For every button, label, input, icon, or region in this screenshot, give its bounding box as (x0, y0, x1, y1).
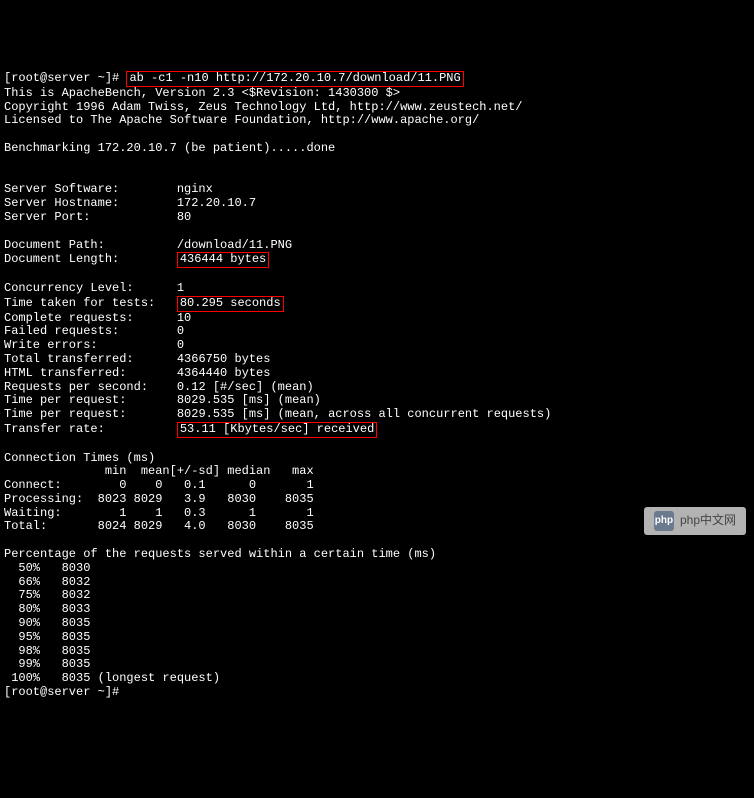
ab-license-line: Licensed to The Apache Software Foundati… (4, 113, 479, 127)
transfer-highlight: 53.11 [Kbytes/sec] received (177, 422, 377, 438)
doc-path-label: Document Path: (4, 238, 105, 252)
conn-connect-row: Connect: 0 0 0.1 0 1 (4, 478, 314, 492)
pct-75-row: 75% 8032 (4, 588, 90, 602)
ab-version-line: This is ApacheBench, Version 2.3 <$Revis… (4, 86, 400, 100)
rps-row: Requests per second: 0.12 [#/sec] (mean) (4, 380, 314, 394)
server-software-label: Server Software: (4, 182, 119, 196)
doc-length-highlight: 436444 bytes (177, 252, 269, 268)
server-port-row: Server Port: 80 (4, 210, 191, 224)
watermark-text: php中文网 (680, 514, 736, 528)
server-software-row: Server Software: nginx (4, 182, 213, 196)
write-errors-label: Write errors: (4, 338, 98, 352)
doc-length-label: Document Length: (4, 252, 119, 266)
complete-value: 10 (177, 311, 191, 325)
doc-path-row: Document Path: /download/11.PNG (4, 238, 292, 252)
html-transferred-row: HTML transferred: 4364440 bytes (4, 366, 270, 380)
concurrency-value: 1 (177, 281, 184, 295)
transfer-rate-row: Transfer rate: 53.11 [Kbytes/sec] receiv… (4, 422, 377, 436)
write-errors-value: 0 (177, 338, 184, 352)
conn-total-row: Total: 8024 8029 4.0 8030 8035 (4, 519, 314, 533)
prompt-path: ~ (98, 71, 105, 85)
time-taken-row: Time taken for tests: 80.295 seconds (4, 296, 284, 310)
server-hostname-value: 172.20.10.7 (177, 196, 256, 210)
prompt-user: root@server (11, 71, 90, 85)
prompt-line[interactable]: [root@server ~]# ab -c1 -n10 http://172.… (4, 71, 464, 85)
server-port-label: Server Port: (4, 210, 90, 224)
pct-80-row: 80% 8033 (4, 602, 90, 616)
pct-95-row: 95% 8035 (4, 630, 90, 644)
complete-row: Complete requests: 10 (4, 311, 191, 325)
command-highlight: ab -c1 -n10 http://172.20.10.7/download/… (126, 71, 463, 87)
conn-waiting-row: Waiting: 1 1 0.3 1 1 (4, 506, 314, 520)
failed-label: Failed requests: (4, 324, 119, 338)
tpr1-value: 8029.535 [ms] (mean) (177, 393, 321, 407)
benchmarking-line: Benchmarking 172.20.10.7 (be patient)...… (4, 141, 335, 155)
doc-path-value: /download/11.PNG (177, 238, 292, 252)
write-errors-row: Write errors: 0 (4, 338, 184, 352)
complete-label: Complete requests: (4, 311, 134, 325)
server-hostname-row: Server Hostname: 172.20.10.7 (4, 196, 256, 210)
time-taken-label: Time taken for tests: (4, 296, 155, 310)
tpr2-row: Time per request: 8029.535 [ms] (mean, a… (4, 407, 551, 421)
server-software-value: nginx (177, 182, 213, 196)
time-taken-highlight: 80.295 seconds (177, 296, 284, 312)
pct-100-row: 100% 8035 (longest request) (4, 671, 220, 685)
transfer-value: 53.11 [Kbytes/sec] received (180, 422, 374, 436)
final-prompt[interactable]: [root@server ~]# (4, 685, 119, 699)
concurrency-label: Concurrency Level: (4, 281, 134, 295)
total-transferred-row: Total transferred: 4366750 bytes (4, 352, 270, 366)
failed-row: Failed requests: 0 (4, 324, 184, 338)
total-transferred-value: 4366750 bytes (177, 352, 271, 366)
ab-copyright-line: Copyright 1996 Adam Twiss, Zeus Technolo… (4, 100, 522, 114)
percentage-header: Percentage of the requests served within… (4, 547, 436, 561)
conn-times-columns: min mean[+/-sd] median max (4, 464, 314, 478)
doc-length-value: 436444 bytes (180, 252, 266, 266)
concurrency-row: Concurrency Level: 1 (4, 281, 184, 295)
command-text: ab -c1 -n10 http://172.20.10.7/download/… (129, 71, 460, 85)
pct-98-row: 98% 8035 (4, 644, 90, 658)
html-transferred-value: 4364440 bytes (177, 366, 271, 380)
server-hostname-label: Server Hostname: (4, 196, 119, 210)
time-taken-value: 80.295 seconds (180, 296, 281, 310)
pct-99-row: 99% 8035 (4, 657, 90, 671)
server-port-value: 80 (177, 210, 191, 224)
pct-66-row: 66% 8032 (4, 575, 90, 589)
tpr1-row: Time per request: 8029.535 [ms] (mean) (4, 393, 321, 407)
terminal-output: [root@server ~]# ab -c1 -n10 http://172.… (0, 55, 754, 702)
doc-length-row: Document Length: 436444 bytes (4, 252, 269, 266)
tpr2-value: 8029.535 [ms] (mean, across all concurre… (177, 407, 551, 421)
pct-50-row: 50% 8030 (4, 561, 90, 575)
watermark-logo-text: php (655, 515, 673, 527)
rps-label: Requests per second: (4, 380, 148, 394)
pct-90-row: 90% 8035 (4, 616, 90, 630)
conn-times-header: Connection Times (ms) (4, 451, 155, 465)
conn-processing-row: Processing: 8023 8029 3.9 8030 8035 (4, 492, 314, 506)
total-transferred-label: Total transferred: (4, 352, 134, 366)
tpr1-label: Time per request: (4, 393, 126, 407)
watermark-badge: php php中文网 (644, 507, 746, 535)
failed-value: 0 (177, 324, 184, 338)
php-logo-icon: php (654, 511, 674, 531)
prompt-suffix: ]# (105, 71, 119, 85)
rps-value: 0.12 [#/sec] (mean) (177, 380, 314, 394)
transfer-label: Transfer rate: (4, 422, 105, 436)
html-transferred-label: HTML transferred: (4, 366, 126, 380)
tpr2-label: Time per request: (4, 407, 126, 421)
